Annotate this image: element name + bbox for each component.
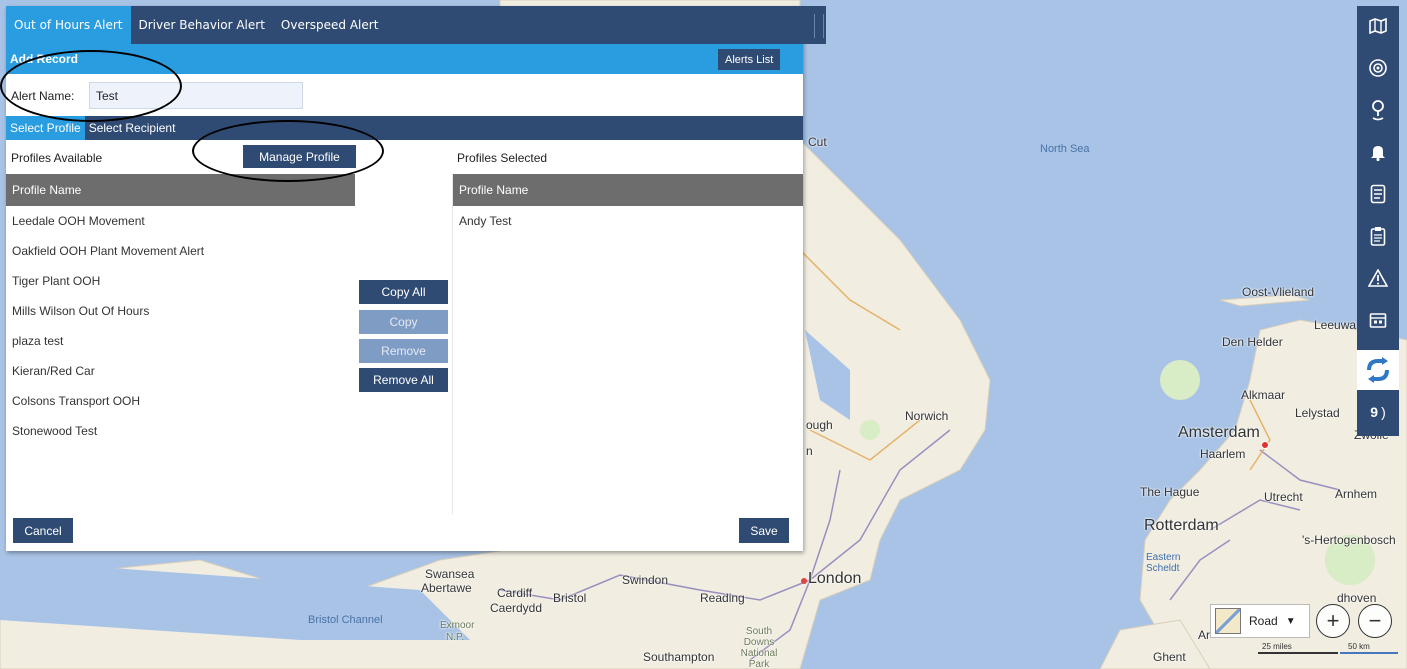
tab-driver-behavior-alert[interactable]: Driver Behavior Alert (131, 6, 273, 44)
zoom-in-icon[interactable]: + (1316, 604, 1350, 638)
list-item[interactable]: Kieran/Red Car (6, 356, 355, 386)
map-label-eastern-scheldt: Eastern Scheldt (1146, 552, 1181, 574)
map-label-cut: Cut (808, 135, 827, 149)
tab-select-profile[interactable]: Select Profile (6, 116, 85, 140)
alert-panel: Out of Hours Alert Driver Behavior Alert… (6, 6, 826, 551)
map-label-norwich: Norwich (905, 409, 949, 423)
map-label-caerdydd: Caerdydd (490, 601, 543, 615)
copy-all-button[interactable]: Copy All (359, 280, 448, 304)
map-label-abertawe: Abertawe (421, 581, 472, 595)
map-label-leeuwa: Leeuwa (1314, 318, 1357, 332)
remove-button[interactable]: Remove (359, 339, 448, 363)
alert-type-tabs: Out of Hours Alert Driver Behavior Alert… (6, 6, 826, 44)
map-label-reading: Reading (700, 591, 745, 605)
map-label-north-sea: North Sea (1040, 143, 1090, 155)
map-label-ar: Ar (1198, 628, 1210, 642)
map-label-the-hague: The Hague (1140, 485, 1200, 499)
target-icon[interactable] (1357, 48, 1399, 88)
list-item[interactable]: Andy Test (453, 206, 803, 236)
map-label-cardiff: Cardiff (497, 586, 533, 600)
caret-down-icon: ▼ (1285, 615, 1296, 627)
alert-name-label: Alert Name: (11, 89, 75, 103)
map-layer-label: Road (1249, 614, 1278, 628)
list-item[interactable]: Tiger Plant OOH (6, 266, 355, 296)
refresh-icon[interactable] (1357, 350, 1399, 390)
map-label-hertogenbosch: 's-Hertogenbosch (1302, 533, 1396, 547)
profiles-selected-label: Profiles Selected (457, 151, 548, 165)
profiles-available-label: Profiles Available (11, 151, 103, 165)
cancel-button[interactable]: Cancel (13, 518, 73, 543)
map-label-exmoor: Exmoor (440, 620, 475, 631)
alert-name-row: Alert Name: (6, 81, 303, 111)
scale-km: 50 km (1348, 642, 1370, 651)
map-label-np: N.P. (446, 632, 465, 643)
map-label-alkmaar: Alkmaar (1241, 388, 1286, 402)
map-label-arnhem: Arnhem (1335, 487, 1378, 501)
map-controls: Road ▼ + − 25 miles 50 km (1210, 590, 1400, 654)
map-label-southampton: Southampton (643, 650, 715, 664)
copy-button[interactable]: Copy (359, 310, 448, 334)
tab-select-recipient[interactable]: Select Recipient (85, 116, 180, 140)
pin-icon[interactable] (1357, 90, 1399, 130)
document-icon[interactable] (1357, 174, 1399, 214)
profile-recipient-tabs: Select Profile Select Recipient (6, 116, 803, 140)
clipboard-icon[interactable] (1357, 216, 1399, 256)
map-label-haarlem: Haarlem (1200, 447, 1246, 461)
map-layer-thumbnail (1215, 608, 1241, 634)
map-label-amsterdam: Amsterdam (1178, 424, 1260, 441)
map-label-ghent: Ghent (1153, 650, 1186, 664)
map-label-bristol-channel: Bristol Channel (308, 614, 383, 626)
map-label-swindon: Swindon (622, 573, 669, 587)
map-label-south-downs: South Downs National Park (740, 626, 778, 669)
london-dot (801, 578, 807, 584)
add-record-header: Add Record Alerts List (6, 44, 803, 74)
amsterdam-marker (1261, 441, 1269, 449)
map-layer-selector[interactable]: Road ▼ (1210, 604, 1310, 638)
tab-overspeed-alert[interactable]: Overspeed Alert (273, 6, 387, 44)
add-record-title: Add Record (10, 52, 79, 66)
bell-icon[interactable] (1357, 132, 1399, 172)
calendar-icon[interactable] (1357, 300, 1399, 340)
map-label-utrecht: Utrecht (1264, 490, 1303, 504)
tab-out-of-hours-alert[interactable]: Out of Hours Alert (6, 6, 131, 44)
badge-icon[interactable]: 9) (1357, 392, 1399, 432)
toolbar-badge-count: 9 (1370, 404, 1379, 420)
map-label-london: London (808, 570, 862, 587)
map-label-swansea: Swansea (425, 567, 475, 581)
profile-name-column-header[interactable]: Profile Name (453, 174, 803, 206)
save-button[interactable]: Save (739, 518, 789, 543)
alerts-list-button[interactable]: Alerts List (718, 49, 781, 70)
map-label-oost-vlieland: Oost-Vlieland (1242, 285, 1315, 299)
map-label-den-helder: Den Helder (1222, 335, 1283, 349)
profiles-selected-list: Profile Name Andy Test (452, 174, 803, 514)
list-item[interactable]: Colsons Transport OOH (6, 386, 355, 416)
profile-name-column-header[interactable]: Profile Name (6, 174, 355, 206)
remove-all-button[interactable]: Remove All (359, 368, 448, 392)
list-item[interactable]: Leedale OOH Movement (6, 206, 355, 236)
warning-icon[interactable] (1357, 258, 1399, 298)
profiles-available-list: Profile Name Leedale OOH Movement Oakfie… (6, 174, 355, 514)
map-toolbar: 9) (1357, 6, 1399, 436)
map-icon[interactable] (1357, 6, 1399, 46)
resize-grip[interactable] (814, 14, 824, 38)
alert-name-input[interactable] (89, 82, 303, 109)
zoom-out-icon[interactable]: − (1358, 604, 1392, 638)
map-scale-bar: 25 miles 50 km (1258, 642, 1398, 656)
list-item[interactable]: Oakfield OOH Plant Movement Alert (6, 236, 355, 266)
map-label-lelystad: Lelystad (1295, 406, 1340, 420)
map-label-rotterdam: Rotterdam (1144, 517, 1219, 534)
manage-profile-button[interactable]: Manage Profile (243, 145, 356, 168)
map-label-ough: ough (806, 418, 833, 432)
map-label-bristol: Bristol (553, 591, 587, 605)
scale-miles: 25 miles (1262, 642, 1292, 651)
list-item[interactable]: Stonewood Test (6, 416, 355, 446)
map-label-n: n (806, 444, 813, 458)
list-item[interactable]: Mills Wilson Out Of Hours (6, 296, 355, 326)
list-item[interactable]: plaza test (6, 326, 355, 356)
